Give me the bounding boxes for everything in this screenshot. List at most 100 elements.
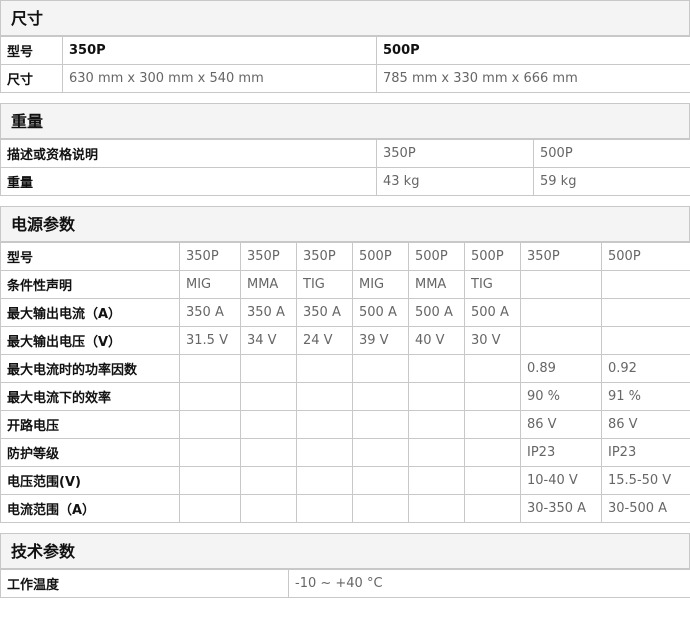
table-cell: IP23	[601, 438, 690, 467]
table-cell: 30-350 A	[520, 494, 602, 523]
power-section-title: 电源参数	[0, 206, 690, 242]
table-cell: 350P	[62, 36, 377, 65]
table-cell: MIG	[352, 270, 409, 299]
table-cell: 350 A	[296, 298, 353, 327]
table-cell: 500 A	[352, 298, 409, 327]
table-cell	[296, 494, 353, 523]
table-cell	[296, 466, 353, 495]
table-row: 型号 350P 350P 350P 500P 500P 500P 350P 500P	[0, 242, 690, 271]
table-cell	[464, 354, 521, 383]
row-label: 最大电流下的效率	[0, 382, 180, 411]
table-cell: 350P	[179, 242, 241, 271]
table-cell: 350 A	[240, 298, 297, 327]
table-cell: 0.89	[520, 354, 602, 383]
table-cell: 350P	[520, 242, 602, 271]
table-cell: 34 V	[240, 326, 297, 355]
table-cell	[240, 494, 297, 523]
table-cell	[296, 438, 353, 467]
table-cell: MMA	[408, 270, 465, 299]
table-cell	[179, 494, 241, 523]
table-cell	[296, 354, 353, 383]
table-row: 防护等级 IP23 IP23	[0, 438, 690, 467]
row-label: 最大电流时的功率因数	[0, 354, 180, 383]
table-cell	[520, 298, 602, 327]
table-cell: 500P	[533, 139, 690, 168]
table-cell: IP23	[520, 438, 602, 467]
table-row: 电流范围（A） 30-350 A 30-500 A	[0, 494, 690, 523]
row-label: 重量	[0, 167, 377, 196]
weight-section-title: 重量	[0, 103, 690, 139]
table-cell: 15.5-50 V	[601, 466, 690, 495]
table-row: 最大电流时的功率因数 0.89 0.92	[0, 354, 690, 383]
table-cell	[296, 410, 353, 439]
table-cell: 0.92	[601, 354, 690, 383]
table-cell	[352, 382, 409, 411]
table-row: 尺寸 630 mm x 300 mm x 540 mm 785 mm x 330…	[0, 64, 690, 93]
row-label: 最大输出电压（V）	[0, 326, 180, 355]
row-label: 电压范围(V)	[0, 466, 180, 495]
table-cell	[408, 410, 465, 439]
table-cell: 350P	[296, 242, 353, 271]
table-row: 条件性声明 MIG MMA TIG MIG MMA TIG	[0, 270, 690, 299]
table-cell: 10-40 V	[520, 466, 602, 495]
table-cell	[408, 466, 465, 495]
table-cell: 59 kg	[533, 167, 690, 196]
table-cell: 90 %	[520, 382, 602, 411]
tech-table: 工作温度 -10 ~ +40 °C	[0, 569, 690, 598]
row-label: 描述或资格说明	[0, 139, 377, 168]
table-row: 最大电流下的效率 90 % 91 %	[0, 382, 690, 411]
table-cell	[520, 326, 602, 355]
row-label: 型号	[0, 242, 180, 271]
table-cell: 30-500 A	[601, 494, 690, 523]
row-label: 电流范围（A）	[0, 494, 180, 523]
table-cell: 500 A	[464, 298, 521, 327]
weight-table: 描述或资格说明 350P 500P 重量 43 kg 59 kg	[0, 139, 690, 196]
table-cell: 630 mm x 300 mm x 540 mm	[62, 64, 377, 93]
table-row: 重量 43 kg 59 kg	[0, 167, 690, 196]
table-cell: 86 V	[520, 410, 602, 439]
table-cell	[520, 270, 602, 299]
table-cell: 91 %	[601, 382, 690, 411]
table-cell	[179, 438, 241, 467]
table-cell	[240, 410, 297, 439]
row-label: 最大输出电流（A）	[0, 298, 180, 327]
table-cell: 31.5 V	[179, 326, 241, 355]
tech-section: 技术参数 工作温度 -10 ~ +40 °C	[0, 533, 690, 598]
table-cell	[179, 354, 241, 383]
table-cell	[179, 466, 241, 495]
table-cell: 500P	[408, 242, 465, 271]
table-cell: TIG	[464, 270, 521, 299]
table-cell	[179, 410, 241, 439]
table-cell	[601, 298, 690, 327]
table-cell: 785 mm x 330 mm x 666 mm	[376, 64, 690, 93]
table-cell	[352, 354, 409, 383]
row-label: 开路电压	[0, 410, 180, 439]
table-cell: 30 V	[464, 326, 521, 355]
table-cell: 39 V	[352, 326, 409, 355]
row-label: 条件性声明	[0, 270, 180, 299]
table-cell	[352, 438, 409, 467]
table-cell: 86 V	[601, 410, 690, 439]
table-cell: 350P	[240, 242, 297, 271]
table-cell	[352, 410, 409, 439]
table-cell	[464, 466, 521, 495]
table-cell: 500 A	[408, 298, 465, 327]
table-cell: -10 ~ +40 °C	[288, 569, 690, 598]
table-cell	[408, 494, 465, 523]
table-cell: 500P	[376, 36, 690, 65]
table-cell	[464, 494, 521, 523]
power-table: 型号 350P 350P 350P 500P 500P 500P 350P 500P 条件性声明 M…	[0, 242, 690, 523]
row-label: 工作温度	[0, 569, 289, 598]
table-cell: 500P	[352, 242, 409, 271]
table-row: 描述或资格说明 350P 500P	[0, 139, 690, 168]
weight-section: 重量 描述或资格说明 350P 500P 重量 43 kg 59 kg	[0, 103, 690, 196]
table-cell	[240, 466, 297, 495]
table-cell: 500P	[601, 242, 690, 271]
table-cell: 350P	[376, 139, 534, 168]
table-cell	[464, 438, 521, 467]
table-cell	[352, 494, 409, 523]
table-cell: TIG	[296, 270, 353, 299]
table-cell	[296, 382, 353, 411]
table-cell	[408, 438, 465, 467]
table-cell: MMA	[240, 270, 297, 299]
